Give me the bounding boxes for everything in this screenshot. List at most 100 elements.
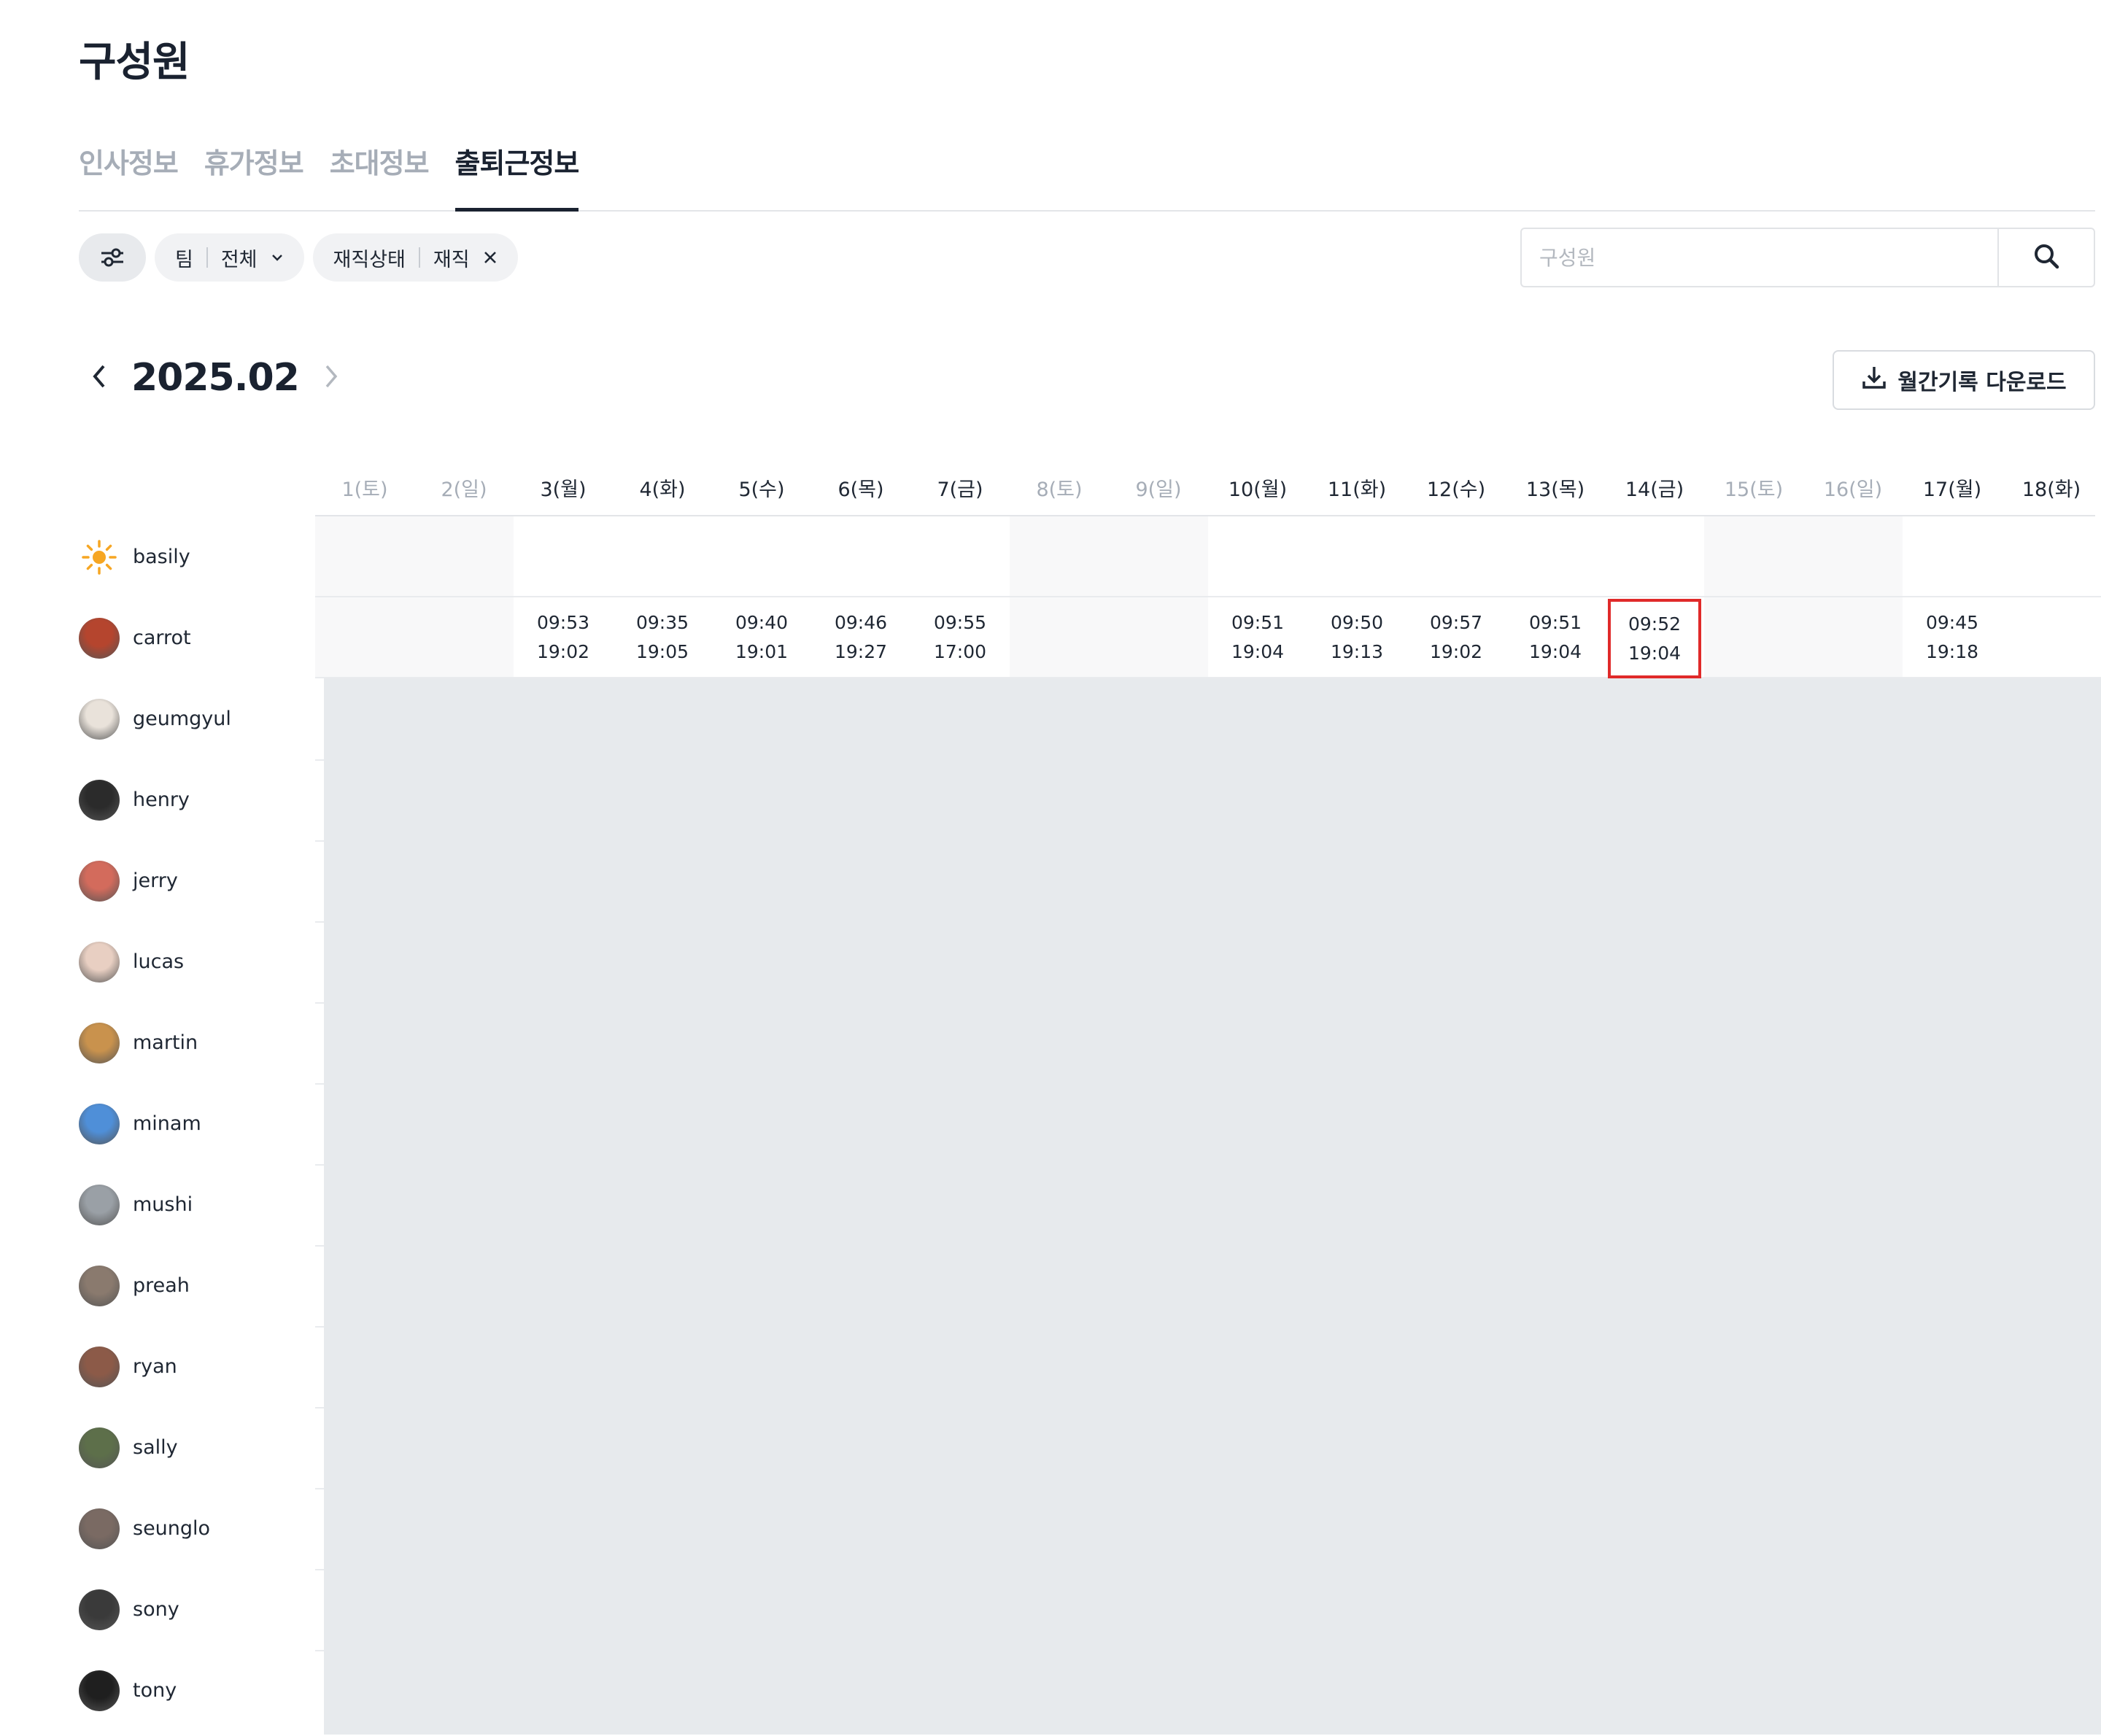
day-column-header: 11(화): [1327, 478, 1387, 501]
clock-out-time: 17:00: [933, 640, 987, 662]
member-row[interactable]: lucas: [79, 921, 315, 1002]
member-row[interactable]: sony: [79, 1569, 315, 1650]
day-column-header: 3(월): [540, 478, 587, 501]
attendance-cell[interactable]: 09:57 19:02: [1407, 597, 1506, 677]
day-column-header: 9(일): [1135, 478, 1182, 501]
attendance-cell[interactable]: 09:55 17:00: [910, 597, 1010, 677]
member-row[interactable]: henry: [79, 759, 315, 840]
weekend-band: [315, 516, 414, 596]
member-search: [1520, 228, 2095, 287]
search-button[interactable]: [1997, 229, 2094, 286]
download-label: 월간기록 다운로드: [1897, 370, 2067, 395]
status-filter-value: 재직: [433, 248, 470, 271]
avatar: [79, 1103, 120, 1144]
row-divider: [315, 1326, 324, 1328]
next-month-button[interactable]: [311, 349, 352, 407]
day-column-header: 4(화): [639, 478, 686, 501]
row-divider: [315, 1002, 324, 1004]
search-input[interactable]: [1522, 229, 1997, 286]
attendance-cell[interactable]: 09:51 19:04: [1208, 597, 1307, 677]
tab-invite-info[interactable]: 초대정보: [330, 142, 430, 212]
member-name: martin: [133, 1031, 198, 1054]
attendance-row: [315, 516, 2101, 597]
month-navigator: 2025.02: [79, 349, 352, 407]
row-divider: [315, 840, 324, 842]
member-row[interactable]: mushi: [79, 1164, 315, 1245]
chip-divider: [206, 247, 208, 268]
member-row[interactable]: tony: [79, 1650, 315, 1731]
clock-out-time: 19:01: [735, 640, 789, 662]
tab-hr-info[interactable]: 인사정보: [79, 142, 179, 212]
day-column-header: 18(화): [2021, 478, 2081, 501]
member-row[interactable]: jerry: [79, 840, 315, 921]
tab-attendance-info[interactable]: 출퇴근정보: [454, 142, 579, 212]
member-row[interactable]: preah: [79, 1245, 315, 1326]
tab-leave-info[interactable]: 휴가정보: [204, 142, 304, 212]
member-row[interactable]: geumgyul: [79, 678, 315, 759]
download-icon: [1861, 364, 1887, 396]
chevron-right-icon: [322, 363, 340, 392]
attendance-cell[interactable]: 09:35 19:05: [613, 597, 712, 677]
day-column-header: 14(금): [1625, 478, 1684, 501]
monthly-download-button[interactable]: 월간기록 다운로드: [1833, 350, 2095, 410]
clock-in-time: 09:45: [1925, 611, 1979, 633]
attendance-cell[interactable]: 09:51 19:04: [1506, 597, 1605, 677]
member-row[interactable]: ryan: [79, 1326, 315, 1407]
day-column-header: 2(일): [441, 478, 487, 501]
day-column-header: 17(월): [1922, 478, 1982, 501]
attendance-grid: 09:53 19:02 09:35 19:05 09:40 19:01 09:46 19:27…: [315, 516, 2101, 678]
attendance-cell[interactable]: 09:53 19:02: [514, 597, 613, 677]
status-filter-chip[interactable]: 재직상태 재직: [312, 233, 518, 282]
clock-out-time: 19:27: [834, 640, 888, 662]
team-filter-value: 전체: [220, 248, 258, 271]
attendance-cell[interactable]: 09:46 19:27: [811, 597, 910, 677]
avatar: [79, 1508, 120, 1549]
weekend-band: [1010, 597, 1109, 677]
member-row[interactable]: martin: [79, 1002, 315, 1083]
row-dividers: [315, 678, 324, 1735]
member-row[interactable]: minam: [79, 1083, 315, 1164]
clock-out-time: 19:04: [1628, 642, 1682, 664]
close-icon[interactable]: [483, 250, 498, 265]
prev-month-button[interactable]: [79, 349, 120, 407]
filter-bar: 팀 전체 재직상태 재직: [79, 233, 518, 282]
clock-in-time: 09:35: [635, 611, 689, 633]
member-row[interactable]: seunglo: [79, 1488, 315, 1569]
clock-in-time: 09:52: [1628, 613, 1682, 635]
member-name: tony: [133, 1679, 177, 1702]
weekend-band: [1010, 516, 1109, 596]
attendance-cell-highlighted[interactable]: 09:52 19:04: [1608, 599, 1701, 678]
member-row[interactable]: carrot: [79, 597, 315, 678]
chevron-down-icon: [271, 253, 284, 262]
day-column-header: 6(목): [837, 478, 884, 501]
avatar: [79, 1670, 120, 1711]
day-column-header: 16(일): [1823, 478, 1883, 501]
attendance-cell[interactable]: 09:45 19:18: [1903, 597, 2002, 677]
member-name: geumgyul: [133, 708, 231, 730]
chevron-left-icon: [90, 363, 108, 392]
clock-in-time: 09:53: [536, 611, 590, 633]
clock-in-time: 09:46: [834, 611, 888, 633]
member-row[interactable]: basily: [79, 516, 315, 597]
weekend-band: [1109, 516, 1208, 596]
attendance-cell[interactable]: 09:40 19:01: [712, 597, 811, 677]
weekend-band: [1803, 516, 1903, 596]
avatar: [79, 1184, 120, 1225]
member-name: mushi: [133, 1193, 193, 1216]
avatar: [79, 860, 120, 902]
clock-in-time: 09:51: [1231, 611, 1285, 633]
tab-bar: 인사정보 휴가정보 초대정보 출퇴근정보: [79, 142, 2095, 212]
loading-placeholder: [324, 678, 2101, 1735]
clock-in-time: 09:55: [933, 611, 987, 633]
member-name: sally: [133, 1436, 178, 1459]
attendance-cell[interactable]: 09:50 19:13: [1307, 597, 1407, 677]
filter-settings-button[interactable]: [79, 233, 146, 282]
team-filter-chip[interactable]: 팀 전체: [155, 233, 304, 282]
day-column-header: 15(토): [1724, 478, 1784, 501]
clock-out-time: 19:05: [635, 640, 689, 662]
row-divider: [315, 921, 324, 923]
member-row[interactable]: sally: [79, 1407, 315, 1488]
day-column-header: 13(목): [1525, 478, 1585, 501]
row-divider: [315, 1488, 324, 1489]
weekend-band: [414, 516, 514, 596]
